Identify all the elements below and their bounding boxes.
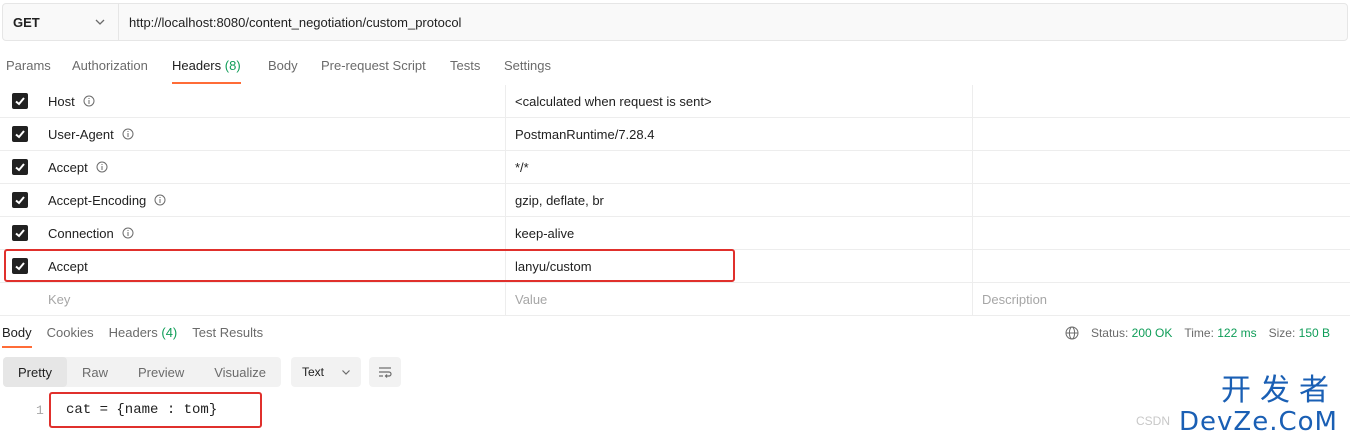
wrap-lines-button[interactable] [369, 357, 401, 387]
header-description[interactable] [973, 118, 1350, 150]
info-icon[interactable] [83, 95, 95, 107]
new-key-input[interactable]: Key [40, 283, 506, 315]
status-code[interactable]: 200 OK [1132, 326, 1173, 340]
request-url-bar: GET http://localhost:8080/content_negoti… [2, 3, 1348, 41]
info-icon[interactable] [122, 227, 134, 239]
response-status: Status: 200 OK Time: 122 ms Size: 150 B [1065, 326, 1350, 340]
tab-body[interactable]: Body [268, 50, 298, 84]
header-key[interactable]: Accept-Encoding [40, 184, 506, 216]
method-select[interactable]: GET [3, 4, 119, 40]
header-value[interactable]: */* [506, 151, 973, 183]
header-value[interactable]: <calculated when request is sent> [506, 85, 973, 117]
header-value[interactable]: keep-alive [506, 217, 973, 249]
header-checkbox[interactable] [12, 192, 28, 208]
chevron-down-icon [342, 370, 350, 375]
info-icon[interactable] [154, 194, 166, 206]
header-checkbox[interactable] [12, 126, 28, 142]
header-value[interactable]: lanyu/custom [506, 250, 973, 282]
resp-headers-count: (4) [161, 325, 178, 340]
tab-params[interactable]: Params [6, 50, 51, 84]
header-description[interactable] [973, 151, 1350, 183]
view-mode-group: Pretty Raw Preview Visualize [3, 357, 282, 387]
header-key[interactable]: Accept [40, 250, 506, 282]
check-icon [15, 229, 25, 238]
header-checkbox[interactable] [12, 159, 28, 175]
view-preview[interactable]: Preview [123, 357, 199, 387]
response-size[interactable]: 150 B [1299, 326, 1330, 340]
header-key[interactable]: User-Agent [40, 118, 506, 150]
header-value[interactable]: gzip, deflate, br [506, 184, 973, 216]
table-row: Accept lanyu/custom [0, 250, 1350, 283]
resp-tab-cookies[interactable]: Cookies [47, 320, 94, 348]
tab-authorization[interactable]: Authorization [72, 50, 148, 84]
resp-tab-test-results[interactable]: Test Results [192, 320, 263, 348]
headers-table: Host <calculated when request is sent> U… [0, 85, 1350, 316]
info-icon[interactable] [122, 128, 134, 140]
wrap-lines-icon [379, 367, 392, 378]
watermark-small: CSDN [1135, 414, 1170, 428]
watermark-logo: 开发者 DevZe.CoM [1168, 375, 1338, 441]
header-description[interactable] [973, 85, 1350, 117]
header-checkbox[interactable] [12, 93, 28, 109]
headers-count: (8) [224, 58, 241, 73]
chevron-down-icon [95, 19, 105, 25]
tab-settings[interactable]: Settings [504, 50, 551, 84]
header-checkbox[interactable] [12, 225, 28, 241]
table-row: Accept */* [0, 151, 1350, 184]
watermark-cn: 开发者 [1221, 373, 1338, 408]
header-description[interactable] [973, 250, 1350, 282]
request-tabs: Params Authorization Headers (8) Body Pr… [0, 50, 1350, 84]
resp-tab-headers[interactable]: Headers (4) [109, 320, 178, 348]
header-checkbox[interactable] [12, 258, 28, 274]
header-key[interactable]: Connection [40, 217, 506, 249]
content-type-select[interactable]: Text [291, 357, 361, 387]
view-pretty[interactable]: Pretty [3, 357, 67, 387]
new-description-input[interactable]: Description [973, 283, 1350, 315]
response-time[interactable]: 122 ms [1217, 326, 1256, 340]
tab-pre-request-script[interactable]: Pre-request Script [321, 50, 426, 84]
response-body-text[interactable]: cat = {name : tom} [66, 402, 217, 418]
new-value-input[interactable]: Value [506, 283, 973, 315]
check-icon [15, 262, 25, 271]
tab-tests[interactable]: Tests [450, 50, 480, 84]
url-input[interactable]: http://localhost:8080/content_negotiatio… [119, 4, 461, 40]
new-header-row: Key Value Description [0, 283, 1350, 316]
check-icon [15, 97, 25, 106]
check-icon [15, 163, 25, 172]
check-icon [15, 196, 25, 205]
tab-headers[interactable]: Headers (8) [172, 50, 241, 84]
watermark-en: DevZe.CoM [1179, 407, 1338, 437]
resp-tab-body[interactable]: Body [2, 320, 32, 348]
check-icon [15, 130, 25, 139]
header-key[interactable]: Accept [40, 151, 506, 183]
header-description[interactable] [973, 184, 1350, 216]
table-row: Connection keep-alive [0, 217, 1350, 250]
line-number: 1 [36, 403, 44, 418]
view-raw[interactable]: Raw [67, 357, 123, 387]
method-label: GET [13, 14, 40, 30]
header-key[interactable]: Host [40, 85, 506, 117]
table-row: Host <calculated when request is sent> [0, 85, 1350, 118]
view-visualize[interactable]: Visualize [199, 357, 281, 387]
header-value[interactable]: PostmanRuntime/7.28.4 [506, 118, 973, 150]
table-row: Accept-Encoding gzip, deflate, br [0, 184, 1350, 217]
info-icon[interactable] [96, 161, 108, 173]
table-row: User-Agent PostmanRuntime/7.28.4 [0, 118, 1350, 151]
header-description[interactable] [973, 217, 1350, 249]
globe-icon[interactable] [1065, 326, 1079, 340]
